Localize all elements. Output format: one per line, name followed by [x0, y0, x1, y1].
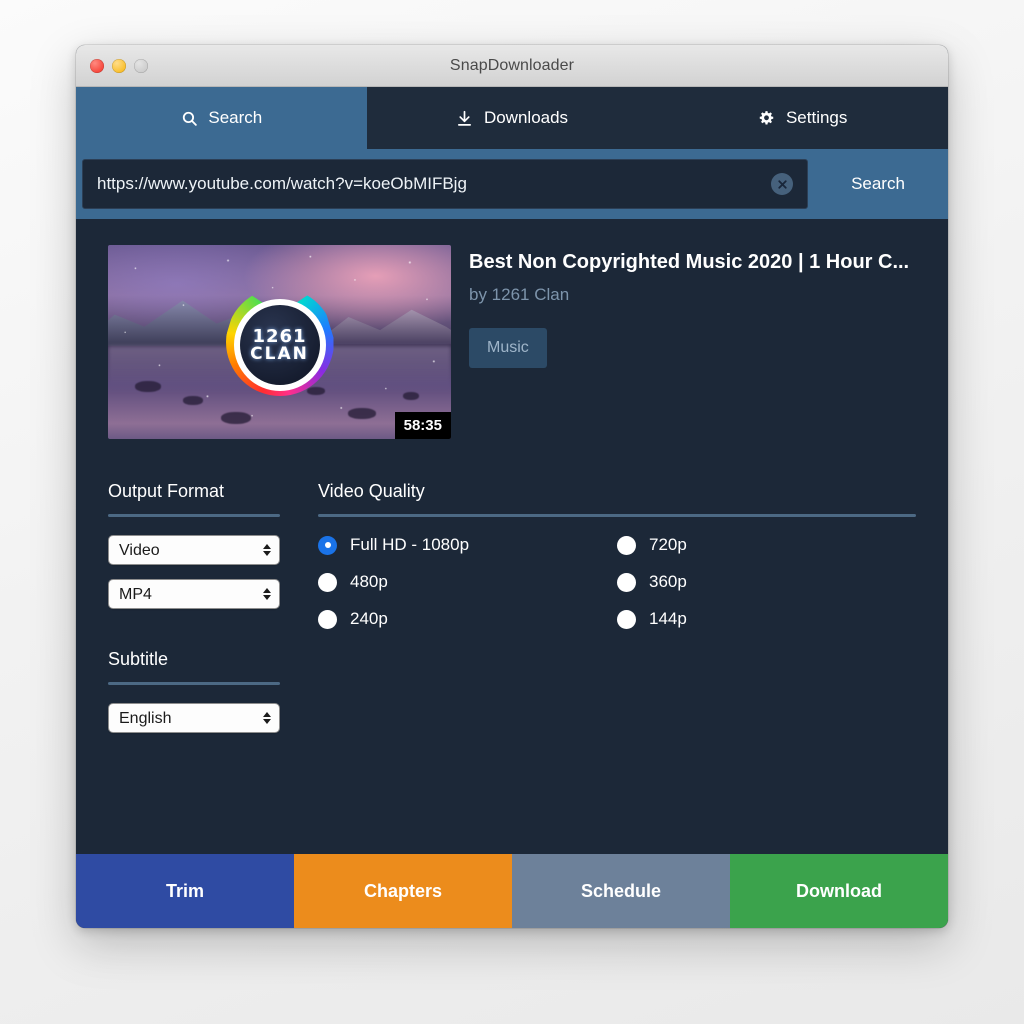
quality-option-label: 720p: [649, 535, 687, 554]
output-format-column: Output Format VideoAudio MP4MKVAVIMOVWEB…: [108, 481, 280, 747]
output-type-select-wrapper: VideoAudio: [108, 535, 280, 565]
url-search-bar: https://www.youtube.com/watch?v=koeObMIF…: [76, 149, 948, 219]
circle-x-icon[interactable]: [771, 173, 793, 195]
options-area: Output Format VideoAudio MP4MKVAVIMOVWEB…: [108, 481, 916, 747]
video-quality-column: Video Quality Full HD - 1080p 720p 480p 360…: [318, 481, 916, 747]
quality-option-720p[interactable]: 720p: [617, 535, 916, 555]
output-container-select[interactable]: MP4MKVAVIMOVWEBM: [108, 579, 280, 609]
radio-icon[interactable]: [617, 572, 636, 592]
video-author: by 1261 Clan: [469, 285, 570, 304]
tab-downloads-label: Downloads: [483, 108, 569, 127]
quality-option-label: 240p: [350, 609, 388, 628]
subtitle-divider: [108, 682, 280, 685]
tab-settings-label: Settings: [785, 108, 848, 127]
video-title: Best Non Copyrighted Music 2020 | 1 Hour…: [469, 251, 910, 273]
tab-downloads[interactable]: Downloads: [367, 87, 658, 149]
close-button[interactable]: [90, 58, 104, 73]
search-button[interactable]: Search: [808, 149, 948, 219]
chapters-button[interactable]: Chapters: [294, 854, 512, 928]
logo-core: 1261 CLAN: [239, 305, 320, 385]
url-input-wrapper[interactable]: https://www.youtube.com/watch?v=koeObMIF…: [82, 159, 808, 209]
quality-option-label: 480p: [350, 572, 388, 591]
download-icon: [456, 109, 474, 127]
subtitle-select-wrapper: EnglishNoneSpanishFrenchGerman: [108, 703, 280, 733]
gear-icon: [758, 109, 776, 127]
search-icon: [180, 109, 198, 127]
output-format-heading: Output Format: [108, 481, 225, 501]
video-quality-options: Full HD - 1080p 720p 480p 360p 240p 144p: [318, 535, 916, 629]
radio-icon[interactable]: [617, 535, 636, 555]
logo-line-1: 1261: [252, 325, 307, 347]
main-content: 1261 CLAN 58:35 Best Non Copyrighted Mus…: [76, 219, 948, 854]
quality-option-360p[interactable]: 360p: [617, 572, 916, 592]
output-type-select[interactable]: VideoAudio: [108, 535, 280, 565]
radio-icon[interactable]: [318, 535, 337, 555]
subtitle-heading: Subtitle: [108, 649, 169, 669]
schedule-button[interactable]: Schedule: [512, 854, 730, 928]
radio-icon[interactable]: [617, 609, 636, 629]
minimize-button[interactable]: [112, 58, 126, 73]
channel-logo-icon: 1261 CLAN: [225, 288, 334, 396]
video-quality-divider: [318, 514, 916, 517]
download-button[interactable]: Download: [730, 854, 948, 928]
output-container-select-wrapper: MP4MKVAVIMOVWEBM: [108, 579, 280, 609]
title-bar: SnapDownloader: [76, 45, 948, 87]
app-window: SnapDownloader Search Downloads Settings…: [76, 45, 948, 928]
main-tab-bar: Search Downloads Settings: [76, 87, 948, 149]
zoom-button[interactable]: [134, 58, 148, 73]
tab-search[interactable]: Search: [76, 87, 367, 149]
video-details: Best Non Copyrighted Music 2020 | 1 Hour…: [469, 245, 916, 439]
radio-icon[interactable]: [318, 572, 337, 592]
quality-option-full-hd-1080p[interactable]: Full HD - 1080p: [318, 535, 617, 555]
window-traffic-lights: [90, 58, 148, 73]
subtitle-select[interactable]: EnglishNoneSpanishFrenchGerman: [108, 703, 280, 733]
logo-line-2: CLAN: [250, 343, 309, 364]
quality-option-label: 144p: [649, 609, 687, 628]
trim-button[interactable]: Trim: [76, 854, 294, 928]
video-info-block: 1261 CLAN 58:35 Best Non Copyrighted Mus…: [108, 245, 916, 439]
video-duration-badge: 58:35: [394, 412, 451, 439]
output-format-divider: [108, 514, 280, 517]
quality-option-480p[interactable]: 480p: [318, 572, 617, 592]
radio-icon[interactable]: [318, 609, 337, 629]
action-button-bar: Trim Chapters Schedule Download: [76, 854, 948, 928]
video-thumbnail[interactable]: 1261 CLAN 58:35: [108, 245, 451, 439]
video-category-tag[interactable]: Music: [469, 328, 547, 368]
quality-option-144p[interactable]: 144p: [617, 609, 916, 629]
quality-option-label: 360p: [649, 572, 687, 591]
quality-option-label: Full HD - 1080p: [350, 535, 470, 554]
tab-settings[interactable]: Settings: [657, 87, 948, 149]
search-input[interactable]: https://www.youtube.com/watch?v=koeObMIF…: [97, 174, 771, 194]
tab-search-label: Search: [208, 108, 263, 127]
quality-option-240p[interactable]: 240p: [318, 609, 617, 629]
video-quality-heading: Video Quality: [318, 481, 425, 501]
window-title: SnapDownloader: [449, 56, 575, 74]
